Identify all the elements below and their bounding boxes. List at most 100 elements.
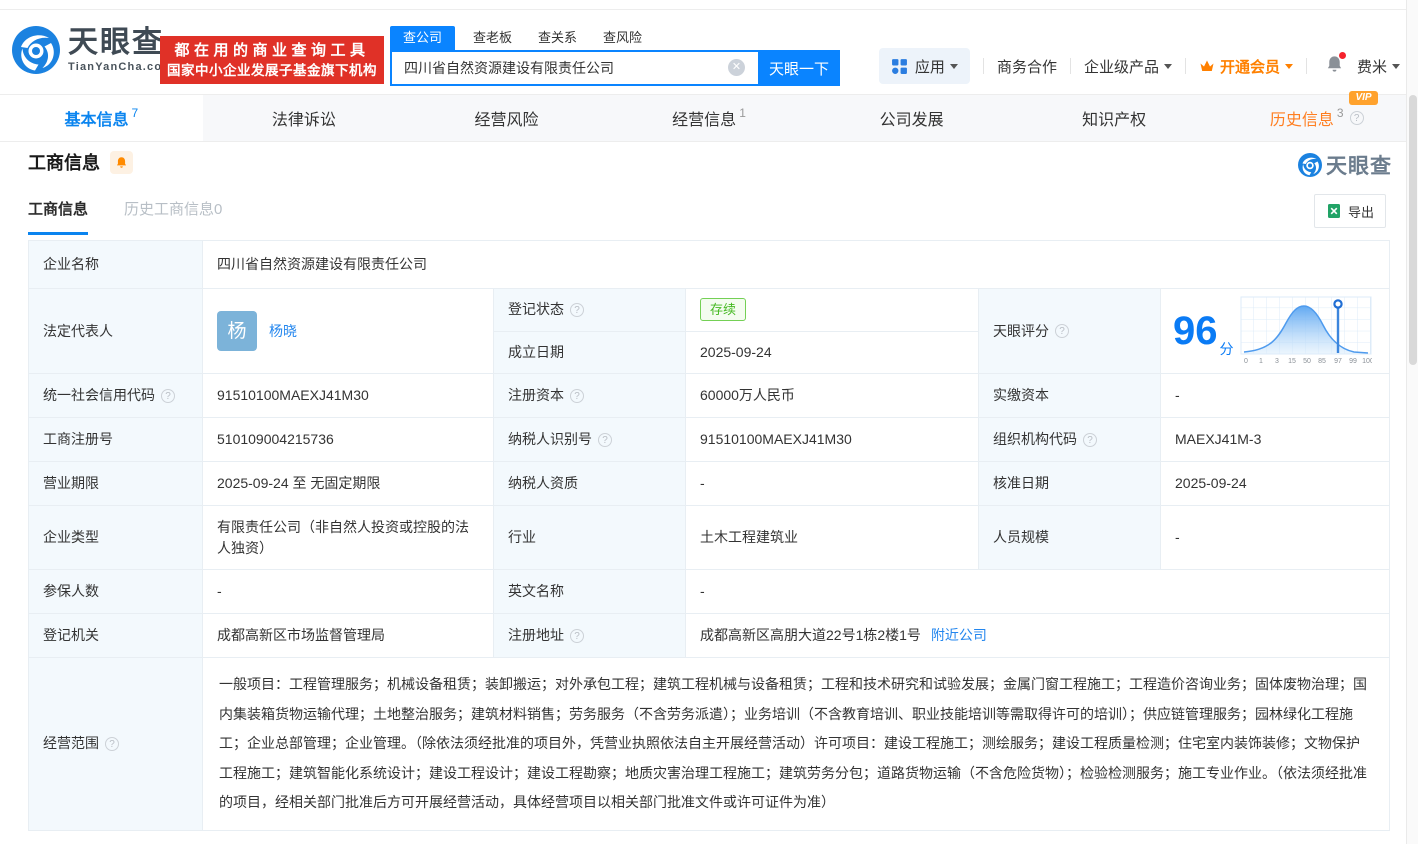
tianyancha-logo[interactable]: 天眼查 TianYanCha.com xyxy=(12,26,173,74)
export-button[interactable]: 导出 xyxy=(1314,194,1386,228)
search-bar: ✕ 天眼一下 xyxy=(390,50,840,86)
registration-status-value: 存续 xyxy=(686,289,978,331)
open-membership-button[interactable]: 开通会员 xyxy=(1199,56,1293,77)
help-icon[interactable]: ? xyxy=(1055,324,1069,338)
enterprise-product-menu[interactable]: 企业级产品 xyxy=(1084,56,1172,77)
username: 费米 xyxy=(1356,58,1387,76)
business-scope-label: 经营范围? xyxy=(29,658,203,830)
company-type-label: 企业类型 xyxy=(29,506,203,569)
subscribe-bell-icon[interactable] xyxy=(110,150,133,174)
crown-icon xyxy=(1200,60,1214,71)
page: 天眼查 TianYanCha.com 都在用的商业查询工具 国家中小企业发展子基… xyxy=(0,0,1418,844)
tab-basic-info[interactable]: 基本信息 7 xyxy=(0,95,203,141)
registration-authority-label: 登记机关 xyxy=(29,614,203,657)
registration-number-label: 工商注册号 xyxy=(29,418,203,461)
table-row: 营业期限 2025-09-24 至 无固定期限 纳税人资质 - 核准日期 202… xyxy=(29,462,1389,506)
help-icon[interactable]: ? xyxy=(105,736,119,751)
industry-label: 行业 xyxy=(494,506,686,569)
search-input[interactable] xyxy=(390,50,758,86)
legal-representative-label: 法定代表人 xyxy=(29,289,203,373)
company-name-value: 四川省自然资源建设有限责任公司 xyxy=(217,256,427,272)
status-badge: 存续 xyxy=(700,298,747,322)
excel-icon xyxy=(1327,204,1340,218)
table-row: 参保人数 - 英文名称 - xyxy=(29,570,1389,614)
clear-search-icon[interactable]: ✕ xyxy=(728,59,745,76)
help-icon[interactable]: ? xyxy=(1083,432,1097,447)
enterprise-product-label: 企业级产品 xyxy=(1083,58,1159,76)
user-menu[interactable]: 费米 xyxy=(1357,56,1400,77)
org-code-value: MAEXJ41M-3 xyxy=(1175,431,1262,447)
table-row: 企业名称 四川省自然资源建设有限责任公司 xyxy=(29,241,1389,289)
help-icon[interactable]: ? xyxy=(161,388,175,403)
chevron-down-icon xyxy=(1392,63,1400,69)
tab-history-info[interactable]: 历史信息 3 ? VIP xyxy=(1215,91,1418,141)
established-date-label: 成立日期 xyxy=(494,331,686,373)
industry-value: 土木工程建筑业 xyxy=(686,506,979,569)
tab-legal-proceedings[interactable]: 法律诉讼 xyxy=(203,95,406,141)
tab-intellectual-property[interactable]: 知识产权 xyxy=(1013,95,1216,141)
logo-domain: TianYanCha.com xyxy=(68,61,174,73)
tab-company-development[interactable]: 公司发展 xyxy=(810,95,1013,141)
search-button[interactable]: 天眼一下 xyxy=(758,50,840,86)
tab-label: 法律诉讼 xyxy=(271,112,336,129)
taxpayer-id-value: 91510100MAEXJ41M30 xyxy=(686,418,979,461)
tab-operation-risk[interactable]: 经营风险 xyxy=(405,95,608,141)
registered-capital-label: 注册资本? xyxy=(494,374,686,417)
subtab-registration-info[interactable]: 工商信息 xyxy=(28,198,89,235)
search-area: 查公司 查老板 查关系 查风险 ✕ 天眼一下 xyxy=(390,26,840,86)
help-icon[interactable]: ? xyxy=(1349,111,1364,125)
scrollbar-thumb[interactable] xyxy=(1409,95,1417,365)
business-cooperation-link[interactable]: 商务合作 xyxy=(997,56,1057,77)
chevron-down-icon xyxy=(1284,63,1293,69)
nearby-companies-link[interactable]: 附近公司 xyxy=(931,625,987,646)
tab-business-info[interactable]: 经营信息 1 xyxy=(608,95,811,141)
uscc-label: 统一社会信用代码? xyxy=(29,374,203,417)
tab-label: 经营信息 xyxy=(672,112,737,129)
help-icon[interactable]: ? xyxy=(570,302,584,317)
company-tabbar: 基本信息 7 法律诉讼 经营风险 经营信息 1 公司发展 知识产权 历史信息 3 xyxy=(0,91,1418,142)
search-tabs: 查公司 查老板 查关系 查风险 xyxy=(390,26,840,50)
logo-eye-icon xyxy=(1298,153,1322,177)
apps-grid-icon xyxy=(891,58,907,74)
banner-line2: 国家中小企业发展子基金旗下机构 xyxy=(167,63,377,78)
paid-capital-label: 实缴资本 xyxy=(979,374,1161,417)
tab-label: 公司发展 xyxy=(879,112,944,129)
apps-menu[interactable]: 应用 xyxy=(878,48,970,84)
org-code-label: 组织机构代码? xyxy=(979,418,1161,461)
tab-count: 1 xyxy=(739,106,746,120)
divider xyxy=(982,58,984,74)
watermark-text: 天眼查 xyxy=(1326,155,1392,178)
svg-text:50: 50 xyxy=(1303,358,1311,365)
search-tab-relation[interactable]: 查关系 xyxy=(536,26,579,50)
tianyan-score-label: 天眼评分? xyxy=(979,289,1161,373)
taxpayer-qualification-value: - xyxy=(686,462,979,505)
help-icon[interactable]: ? xyxy=(598,432,612,447)
search-tab-boss[interactable]: 查老板 xyxy=(471,26,514,50)
subtab-history-registration-info[interactable]: 历史工商信息0 xyxy=(124,198,222,235)
chevron-down-icon xyxy=(1163,63,1172,69)
divider xyxy=(1184,58,1186,74)
score-distribution-chart: 0 1 3 15 50 85 97 99 100 xyxy=(1240,296,1372,365)
notification-dot xyxy=(1338,51,1346,59)
header-nav: 应用 商务合作 企业级产品 开通会员 费米 xyxy=(878,46,1400,86)
notification-bell-icon[interactable] xyxy=(1325,51,1346,79)
tab-label: 历史信息 xyxy=(1269,112,1334,129)
business-scope-value: 一般项目：工程管理服务；机械设备租赁；装卸搬运；对外承包工程；建筑工程机械与设备… xyxy=(219,676,1367,810)
search-tab-company[interactable]: 查公司 xyxy=(390,26,456,50)
uscc-value: 91510100MAEXJ41M30 xyxy=(203,374,494,417)
svg-text:100: 100 xyxy=(1362,358,1372,365)
avatar[interactable]: 杨 xyxy=(217,311,257,351)
approval-date-value: 2025-09-24 xyxy=(1175,475,1247,491)
tab-label: 知识产权 xyxy=(1082,112,1147,129)
divider xyxy=(1305,58,1307,74)
staff-size-value: - xyxy=(1175,529,1180,545)
slogan-banner: 都在用的商业查询工具 国家中小企业发展子基金旗下机构 xyxy=(160,36,384,84)
help-icon[interactable]: ? xyxy=(570,628,584,643)
section-header: 工商信息 xyxy=(28,149,133,175)
table-row: 登记机关 成都高新区市场监督管理局 注册地址? 成都高新区高朋大道22号1栋2楼… xyxy=(29,614,1389,658)
scrollbar[interactable] xyxy=(1406,0,1418,844)
legal-representative-link[interactable]: 杨晓 xyxy=(269,321,297,342)
tab-count: 7 xyxy=(131,105,139,120)
search-tab-risk[interactable]: 查风险 xyxy=(601,26,644,50)
help-icon[interactable]: ? xyxy=(570,388,584,403)
